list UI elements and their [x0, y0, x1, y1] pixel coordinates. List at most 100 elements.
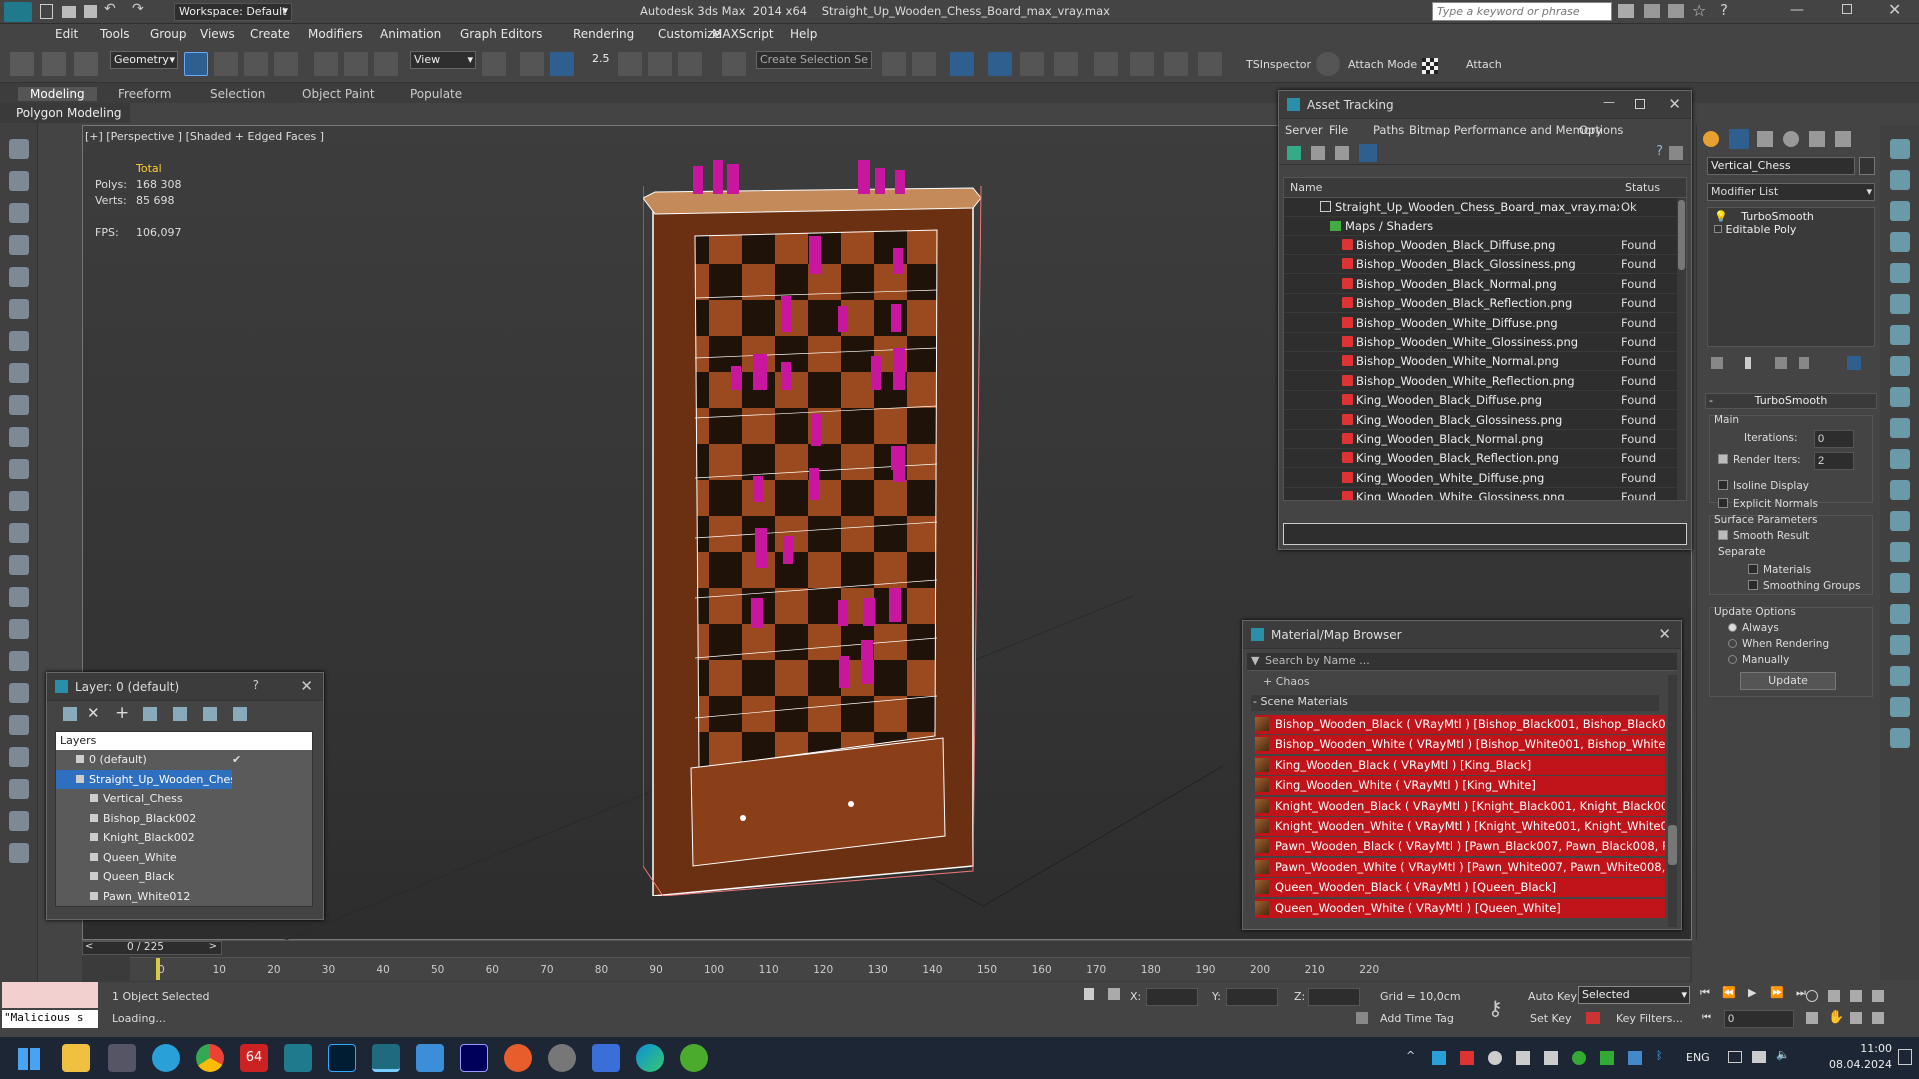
- menu-item-rendering[interactable]: Rendering: [573, 27, 634, 41]
- list-icon[interactable]: [9, 235, 29, 255]
- always-radio[interactable]: Always: [1728, 622, 1779, 634]
- set-key-icon[interactable]: ⚷: [1488, 996, 1503, 1020]
- when-rendering-radio[interactable]: When Rendering: [1728, 638, 1829, 650]
- asset-tracking-titlebar[interactable]: Asset Tracking — ✕: [1279, 91, 1691, 119]
- time-slider[interactable]: < 0 / 225 >: [82, 941, 222, 955]
- new-layer-icon[interactable]: [63, 707, 77, 721]
- named-selection-dropdown[interactable]: Create Selection Se: [756, 51, 872, 69]
- selection-filter-dropdown[interactable]: Geometry ▾: [110, 51, 178, 69]
- arrow-icon[interactable]: [1890, 263, 1910, 283]
- open-file-icon[interactable]: [62, 6, 76, 18]
- timeline[interactable]: < 0 / 225 > 0 10 20 30 40 50 60 70 80 90 100 110 120…: [82, 940, 1692, 982]
- material-row[interactable]: King_Wooden_White ( VRayMtl ) [King_Whit…: [1255, 776, 1665, 796]
- menu-item-tools[interactable]: Tools: [100, 27, 130, 41]
- hide-all-icon[interactable]: [203, 707, 217, 721]
- windows-start-icon[interactable]: [18, 1048, 40, 1070]
- gear-icon[interactable]: [1316, 52, 1340, 76]
- undo-icon[interactable]: ↶: [104, 1, 116, 17]
- exchange-icon[interactable]: [1668, 4, 1684, 18]
- binoculars-icon[interactable]: [1618, 4, 1634, 18]
- notification-icon[interactable]: [1898, 1049, 1912, 1065]
- rotate-icon[interactable]: [344, 52, 368, 76]
- language-indicator[interactable]: ENG: [1686, 1051, 1710, 1064]
- slider-prev-icon[interactable]: <: [85, 941, 93, 952]
- scale-icon[interactable]: [374, 52, 398, 76]
- material-browser-titlebar[interactable]: Material/Map Browser ✕: [1243, 621, 1681, 649]
- select-in-layer-icon[interactable]: [143, 707, 157, 721]
- scene-materials-group[interactable]: - Scene Materials: [1251, 695, 1659, 711]
- tray-app-icon[interactable]: [1544, 1051, 1558, 1065]
- absolute-mode-icon[interactable]: [1108, 988, 1120, 1000]
- keyboard-shortcut-icon[interactable]: [550, 52, 574, 76]
- chess-board-model[interactable]: [643, 156, 983, 896]
- material-editor-icon[interactable]: [1094, 52, 1118, 76]
- auto-key-button[interactable]: Auto Key: [1528, 990, 1577, 1003]
- menu-item-animation[interactable]: Animation: [380, 27, 441, 41]
- checkbox-unchecked[interactable]: [1748, 580, 1758, 590]
- layers-header[interactable]: Layers: [56, 732, 312, 750]
- lightbulb-icon[interactable]: 💡: [1714, 210, 1728, 223]
- refresh-icon[interactable]: [1287, 146, 1301, 160]
- tsinspector-label[interactable]: TSInspector: [1246, 58, 1311, 71]
- asset-menu-paths[interactable]: Paths: [1373, 123, 1404, 137]
- asset-menu-server[interactable]: Server: [1285, 123, 1323, 137]
- app-logo-icon[interactable]: [4, 2, 32, 22]
- key-filter-icon[interactable]: [1586, 1012, 1600, 1024]
- freeze-all-icon[interactable]: [233, 707, 247, 721]
- layer-object-row[interactable]: Queen_Black: [56, 867, 312, 887]
- trash-icon[interactable]: [9, 843, 29, 863]
- scene-explorer-icon[interactable]: [9, 203, 29, 223]
- layer-row[interactable]: 0 (default) ✔: [56, 750, 312, 770]
- ribbon-tab-object-paint[interactable]: Object Paint: [302, 87, 375, 101]
- ribbon-tab-freeform[interactable]: Freeform: [118, 87, 171, 101]
- asset-row[interactable]: King_Wooden_White_Glossiness.png Found: [1284, 488, 1678, 500]
- ribbon-tab-modeling[interactable]: Modeling: [18, 87, 97, 101]
- cloud-icon[interactable]: [9, 267, 29, 287]
- rendered-frame-icon[interactable]: [1164, 52, 1188, 76]
- highlight-layer-icon[interactable]: [173, 707, 187, 721]
- tree-view-icon[interactable]: [1335, 146, 1349, 160]
- col-name-header[interactable]: Name: [1290, 181, 1322, 194]
- volume-icon[interactable]: 🔈: [1776, 1048, 1790, 1061]
- telegram-icon[interactable]: [152, 1044, 180, 1072]
- help-icon[interactable]: ?: [1656, 144, 1663, 159]
- delete-layer-icon[interactable]: ✕: [87, 704, 100, 722]
- bluetooth-icon[interactable]: ᛒ: [1656, 1049, 1663, 1062]
- manually-radio[interactable]: Manually: [1728, 654, 1789, 666]
- help-icon[interactable]: [1890, 728, 1910, 748]
- key-mode-dropdown[interactable]: Selected ▾: [1578, 986, 1690, 1004]
- render-setup-icon[interactable]: [1130, 52, 1154, 76]
- asset-row[interactable]: King_Wooden_Black_Reflection.png Found: [1284, 449, 1678, 469]
- settings-app-icon[interactable]: [548, 1044, 576, 1072]
- scrollbar-thumb[interactable]: [1678, 200, 1685, 270]
- file-explorer-icon[interactable]: [62, 1044, 90, 1072]
- refresh-icon[interactable]: [1890, 294, 1910, 314]
- camera-icon[interactable]: [1890, 139, 1910, 159]
- gear-icon[interactable]: [1890, 170, 1910, 190]
- zoom-all-icon[interactable]: [1828, 990, 1840, 1002]
- maximize-icon[interactable]: [1635, 99, 1645, 109]
- menu-item-maxscript[interactable]: MAXScript: [712, 27, 774, 41]
- material-scrollbar[interactable]: [1668, 675, 1677, 927]
- chaos-group[interactable]: + Chaos: [1263, 675, 1310, 688]
- col-status-header[interactable]: Status: [1625, 181, 1660, 194]
- modify-tab-icon[interactable]: [1729, 129, 1749, 149]
- checkbox-unchecked[interactable]: [1718, 498, 1728, 508]
- zoom-extents-all-icon[interactable]: [1872, 990, 1884, 1002]
- stack-item-turbosmooth[interactable]: 💡 TurboSmooth: [1708, 208, 1874, 223]
- lightbulb-icon[interactable]: [1890, 511, 1910, 531]
- unlink-icon[interactable]: [42, 52, 66, 76]
- ribbon-tab-populate[interactable]: Populate: [410, 87, 462, 101]
- minimize-icon[interactable]: —: [1790, 2, 1804, 18]
- minimize-icon[interactable]: —: [1603, 95, 1615, 109]
- iterations-spinner[interactable]: [1814, 430, 1854, 448]
- teapot-icon[interactable]: [9, 299, 29, 319]
- zoom-extents-icon[interactable]: [1850, 990, 1862, 1002]
- asset-menu-file[interactable]: File: [1329, 123, 1348, 137]
- maximize-viewport-icon[interactable]: [1872, 1012, 1884, 1024]
- after-effects-icon[interactable]: [460, 1044, 488, 1072]
- layer-object-row[interactable]: Vertical_Chess: [56, 789, 312, 809]
- sun-icon[interactable]: [9, 523, 29, 543]
- settings-icon[interactable]: [1669, 146, 1683, 160]
- utorrent-icon[interactable]: [680, 1044, 708, 1072]
